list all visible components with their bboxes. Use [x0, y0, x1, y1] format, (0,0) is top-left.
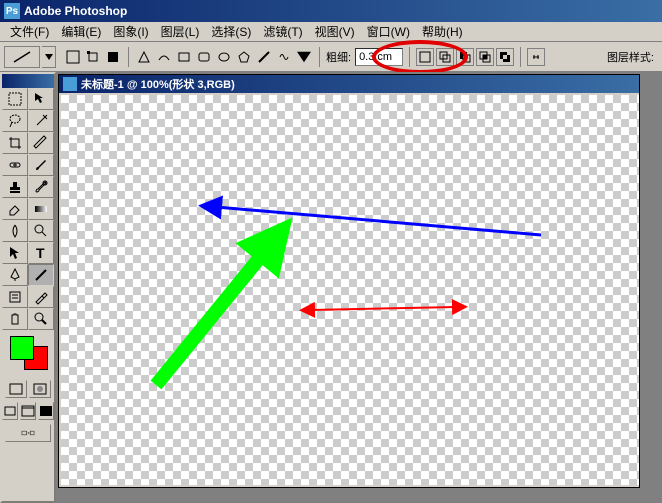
pen-tool-icon[interactable] — [2, 264, 28, 286]
menu-select[interactable]: 选择(S) — [205, 21, 257, 42]
screen-full-icon[interactable] — [38, 402, 54, 420]
slice-tool-icon[interactable] — [28, 132, 54, 154]
pathop-exclude-icon[interactable] — [496, 48, 514, 66]
blue-arrow — [216, 207, 541, 235]
eyedropper-tool-icon[interactable] — [28, 286, 54, 308]
red-arrow — [311, 307, 456, 310]
ellipse-shape-icon[interactable] — [215, 48, 233, 66]
menu-help[interactable]: 帮助(H) — [416, 21, 469, 42]
move-tool-icon[interactable] — [28, 88, 54, 110]
optionsbar: 粗细: 图层样式: — [0, 42, 662, 72]
type-tool-icon[interactable]: T — [28, 242, 54, 264]
history-brush-tool-icon[interactable] — [28, 176, 54, 198]
tool-preset-dropdown[interactable] — [42, 46, 56, 68]
app-icon: Ps — [4, 3, 20, 19]
shape-options-dropdown[interactable] — [295, 48, 313, 66]
tool-preset-preview[interactable] — [4, 46, 40, 68]
shape-mode-group — [64, 48, 122, 66]
green-arrow — [156, 250, 266, 385]
paths-icon[interactable] — [84, 48, 102, 66]
eraser-tool-icon[interactable] — [2, 198, 28, 220]
line-shape-icon[interactable] — [255, 48, 273, 66]
pen-shape-icon[interactable] — [135, 48, 153, 66]
app-title: Adobe Photoshop — [24, 4, 127, 18]
weight-input[interactable] — [355, 48, 403, 66]
shape-tools-group — [135, 48, 313, 66]
brush-tool-icon[interactable] — [28, 154, 54, 176]
document-title: 未标题-1 @ 100%(形状 3,RGB) — [81, 76, 235, 92]
standard-mode-icon[interactable] — [5, 380, 27, 398]
document-titlebar[interactable]: 未标题-1 @ 100%(形状 3,RGB) — [59, 75, 639, 93]
document-window: 未标题-1 @ 100%(形状 3,RGB) — [58, 74, 640, 488]
link-icon[interactable] — [527, 48, 545, 66]
quickmask-mode-icon[interactable] — [29, 380, 51, 398]
color-swatches — [6, 334, 50, 374]
notes-tool-icon[interactable] — [2, 286, 28, 308]
wand-tool-icon[interactable] — [28, 110, 54, 132]
freeform-pen-icon[interactable] — [155, 48, 173, 66]
menubar: 文件(F) 编辑(E) 图象(I) 图层(L) 选择(S) 滤镜(T) 视图(V… — [0, 22, 662, 42]
gradient-tool-icon[interactable] — [28, 198, 54, 220]
blur-tool-icon[interactable] — [2, 220, 28, 242]
dodge-tool-icon[interactable] — [28, 220, 54, 242]
app-titlebar: Ps Adobe Photoshop — [0, 0, 662, 22]
toolbox-titlebar[interactable] — [2, 74, 54, 88]
line-tool-icon[interactable] — [28, 264, 54, 286]
canvas-area: 未标题-1 @ 100%(形状 3,RGB) — [56, 72, 662, 503]
pathop-add-icon[interactable] — [436, 48, 454, 66]
menu-layer[interactable]: 图层(L) — [155, 21, 206, 42]
menu-image[interactable]: 图象(I) — [107, 21, 154, 42]
pathop-subtract-icon[interactable] — [456, 48, 474, 66]
zoom-tool-icon[interactable] — [28, 308, 54, 330]
shape-layers-icon[interactable] — [64, 48, 82, 66]
pathop-group — [416, 48, 514, 66]
document-icon — [63, 77, 77, 91]
rectangle-shape-icon[interactable] — [175, 48, 193, 66]
menu-edit[interactable]: 编辑(E) — [55, 21, 107, 42]
screen-full-menubar-icon[interactable] — [20, 402, 36, 420]
healing-tool-icon[interactable] — [2, 154, 28, 176]
toolbox: T — [0, 72, 56, 503]
crop-tool-icon[interactable] — [2, 132, 28, 154]
hand-tool-icon[interactable] — [2, 308, 28, 330]
menu-view[interactable]: 视图(V) — [309, 21, 361, 42]
svg-text:T: T — [36, 245, 45, 261]
polygon-shape-icon[interactable] — [235, 48, 253, 66]
menu-file[interactable]: 文件(F) — [4, 21, 55, 42]
rounded-rect-shape-icon[interactable] — [195, 48, 213, 66]
menu-filter[interactable]: 滤镜(T) — [257, 21, 308, 42]
pathop-new-icon[interactable] — [416, 48, 434, 66]
weight-label: 粗细: — [326, 49, 351, 65]
jump-to-imageready-icon[interactable] — [5, 424, 51, 442]
marquee-tool-icon[interactable] — [2, 88, 28, 110]
canvas[interactable] — [61, 95, 639, 485]
pathop-intersect-icon[interactable] — [476, 48, 494, 66]
screen-standard-icon[interactable] — [2, 402, 18, 420]
fill-pixels-icon[interactable] — [104, 48, 122, 66]
lasso-tool-icon[interactable] — [2, 110, 28, 132]
stamp-tool-icon[interactable] — [2, 176, 28, 198]
layer-style-label: 图层样式: — [607, 49, 654, 65]
foreground-color-swatch[interactable] — [10, 336, 34, 360]
custom-shape-icon[interactable] — [275, 48, 293, 66]
menu-window[interactable]: 窗口(W) — [361, 21, 416, 42]
path-select-tool-icon[interactable] — [2, 242, 28, 264]
